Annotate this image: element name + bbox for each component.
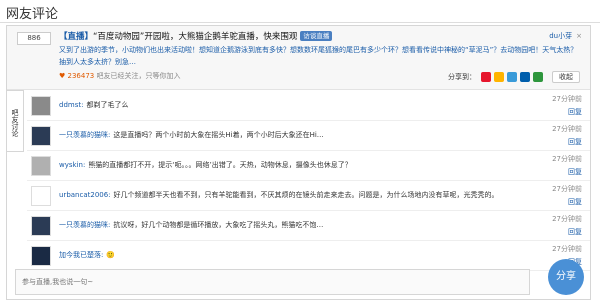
share-label: 分享到： (448, 73, 476, 81)
share-floating-button[interactable]: 分享 (548, 259, 584, 295)
sina-weibo-icon[interactable] (481, 72, 491, 82)
comment-content: 都剃了毛了么 (86, 101, 129, 109)
reply-link[interactable]: 回复 (568, 197, 582, 207)
follower-text: 吧友已经关注，只等你加入 (96, 72, 181, 80)
comment-content: 熊猫的直播都打不开，提示‘呃。。。网络’出错了。天热，动物休息，摄像头也休息了？ (88, 161, 352, 169)
avatar[interactable] (31, 156, 51, 176)
author-link[interactable]: du小芽 (549, 32, 572, 40)
comment-username[interactable]: urbancat2006: (59, 191, 111, 199)
comment-item: 一只羡慕的猫咪: 抗议呀，好几个动物都是循环播放，大象吃了摇头丸，熊猫吃不饱… 2… (27, 211, 590, 241)
avatar[interactable] (31, 246, 51, 266)
comment-item: wyskin: 熊猫的直播都打不开，提示‘呃。。。网络’出错了。天热，动物休息，摄… (27, 151, 590, 181)
reply-link[interactable]: 回复 (568, 137, 582, 147)
comment-time: 27分钟前 (552, 155, 582, 163)
comment-time: 27分钟前 (552, 215, 582, 223)
comment-time: 27分钟前 (552, 95, 582, 103)
comment-list: ddmst: 都剃了毛了么 27分钟前 回复 一只羡慕的猫咪: 这是直播吗？两个小时… (27, 91, 590, 271)
avatar[interactable] (31, 126, 51, 146)
reply-link[interactable]: 回复 (568, 227, 582, 237)
comment-content: 抗议呀，好几个动物都是循环播放，大象吃了摇头丸，熊猫吃不饱… (113, 221, 324, 229)
topic-title[interactable]: 【直播】“百度动物园”开园啦，大熊猫企鹅羊驼直播，快来围观 访谈直播 (59, 30, 333, 42)
comment-item: 加今我已楚落:🙂 27分钟前 回复 (27, 241, 590, 271)
comment-content: 好几个频道都半天也看不到，只有羊驼能看到，不厌其烦的在镜头前走来走去。问题是，为… (113, 191, 499, 199)
follower-count: 236473 (67, 72, 95, 80)
comment-username[interactable]: 一只羡慕的猫咪: (59, 131, 110, 139)
page-title: 网友评论 (6, 7, 59, 22)
share-bar: 分享到： 收起 (448, 71, 580, 83)
comment-item: ddmst: 都剃了毛了么 27分钟前 回复 (27, 91, 590, 121)
avatar[interactable] (31, 216, 51, 236)
douban-icon[interactable] (533, 72, 543, 82)
topic-stats: ♥ 236473 吧友已经关注，只等你加入 (59, 71, 180, 81)
avatar[interactable] (31, 96, 51, 116)
close-icon[interactable]: × (576, 32, 582, 40)
comment-username[interactable]: 加今我已楚落: (59, 251, 103, 259)
comment-time: 27分钟前 (552, 125, 582, 133)
interview-badge: 访谈直播 (300, 31, 333, 41)
comment-username[interactable]: ddmst: (59, 101, 83, 109)
comment-content: 这是直播吗？两个小时前大象在摇头Hi着，两个小时后大象还在Hi… (113, 131, 324, 139)
reply-link[interactable]: 回复 (568, 107, 582, 117)
comment-time: 27分钟前 (552, 245, 582, 253)
comment-item: urbancat2006: 好几个频道都半天也看不到，只有羊驼能看到，不厌其烦的在… (27, 181, 590, 211)
comment-item: 一只羡慕的猫咪: 这是直播吗？两个小时前大象在摇头Hi着，两个小时后大象还在Hi…… (27, 121, 590, 151)
comment-time: 27分钟前 (552, 185, 582, 193)
renren-icon[interactable] (520, 72, 530, 82)
comment-count-box: 886 (17, 32, 51, 45)
comment-username[interactable]: wyskin: (59, 161, 85, 169)
live-tag: 【直播】 (59, 32, 94, 42)
discussion-panel: 886 【直播】“百度动物园”开园啦，大熊猫企鹅羊驼直播，快来围观 访谈直播 du… (6, 25, 591, 300)
comment-username[interactable]: 一只羡慕的猫咪: (59, 221, 110, 229)
qzone-icon[interactable] (494, 72, 504, 82)
reply-link[interactable]: 回复 (568, 167, 582, 177)
reply-input[interactable] (16, 270, 529, 294)
topic-description[interactable]: 又到了出游的季节，小动物们也出来活动啦！想知道企鹅游泳到底有多快？想数数环尾狐猴… (59, 44, 578, 68)
header-divider (0, 22, 600, 23)
avatar[interactable] (31, 186, 51, 206)
reply-input-box (15, 269, 530, 295)
collapse-button[interactable]: 收起 (552, 71, 580, 83)
qq-weibo-icon[interactable] (507, 72, 517, 82)
side-tab-discussion[interactable]: 吧友讨论 (6, 90, 24, 152)
topic-title-text[interactable]: “百度动物园”开园啦，大熊猫企鹅羊驼直播，快来围观 (93, 32, 297, 42)
heart-icon: ♥ (59, 72, 66, 80)
comment-content: 🙂 (106, 251, 116, 259)
topic-card: 886 【直播】“百度动物园”开园啦，大熊猫企鹅羊驼直播，快来围观 访谈直播 du… (7, 26, 590, 90)
author-area: du小芽 × (549, 31, 582, 41)
